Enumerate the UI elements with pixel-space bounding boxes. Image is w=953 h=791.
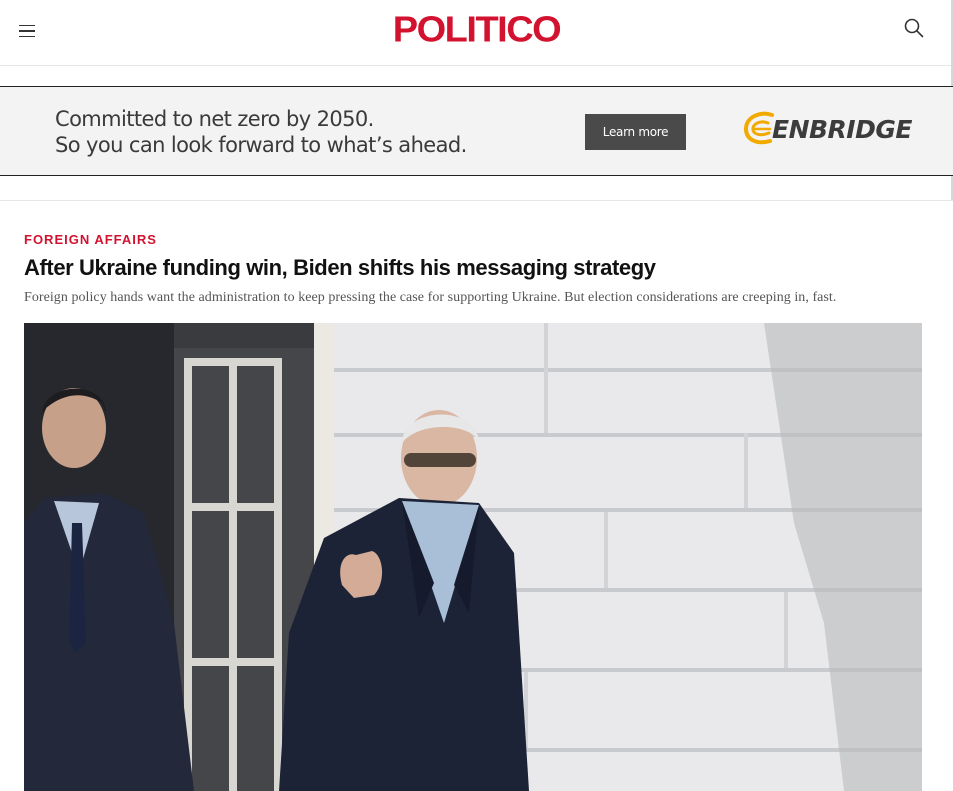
ad-line-1: Committed to net zero by 2050. <box>55 107 374 131</box>
learn-more-button[interactable]: Learn more <box>585 114 686 150</box>
ad-copy: Committed to net zero by 2050. So you ca… <box>55 106 467 158</box>
ad-line-2: So you can look forward to what’s ahead. <box>55 133 467 157</box>
article-lead-photo[interactable] <box>24 323 922 791</box>
article-headline[interactable]: After Ukraine funding win, Biden shifts … <box>24 255 656 281</box>
section-divider <box>0 200 953 201</box>
advertisement-banner[interactable]: Committed to net zero by 2050. So you ca… <box>0 86 953 176</box>
ad-brand-name: ENBRIDGE <box>772 114 912 144</box>
enbridge-logo[interactable]: ENBRIDGE <box>742 107 912 151</box>
article-kicker[interactable]: FOREIGN AFFAIRS <box>24 232 157 247</box>
search-icon[interactable] <box>902 17 926 41</box>
article-dek: Foreign policy hands want the administra… <box>24 290 837 305</box>
politico-logo[interactable]: POLITICO <box>0 7 953 53</box>
site-header: POLITICO <box>0 0 953 66</box>
